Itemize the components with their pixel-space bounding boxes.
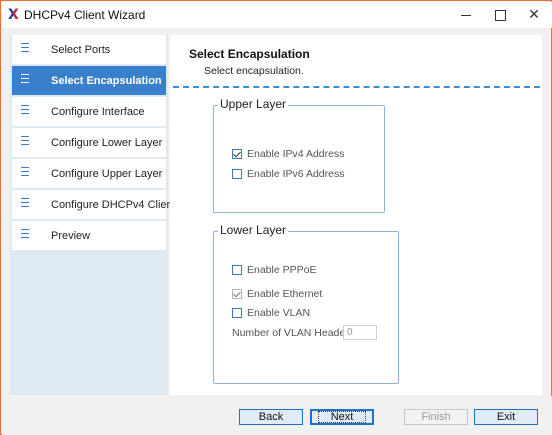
menu-icon	[21, 198, 29, 210]
wizard-footer: Back Next Finish Exit	[2, 396, 552, 435]
back-button[interactable]: Back	[239, 409, 303, 425]
close-button[interactable]: ✕	[517, 2, 551, 28]
minimize-icon	[461, 15, 471, 16]
menu-icon	[21, 105, 29, 117]
finish-button: Finish	[404, 409, 468, 425]
sidebar-item-select-encapsulation[interactable]: Select Encapsulation	[12, 66, 166, 96]
next-button[interactable]: Next	[310, 409, 374, 425]
checkbox-label: Enable Ethernet	[247, 288, 323, 300]
sidebar-item-select-ports[interactable]: Select Ports	[12, 35, 166, 65]
maximize-button[interactable]	[483, 2, 517, 28]
sidebar-item-configure-dhcpv4-client[interactable]: Configure DHCPv4 Client	[12, 190, 176, 220]
menu-icon	[21, 74, 29, 86]
wizard-window: XX DHCPv4 Client Wizard ✕ Select Ports S…	[0, 0, 552, 435]
sidebar-item-configure-interface[interactable]: Configure Interface	[12, 97, 166, 127]
checkbox-box[interactable]	[232, 265, 242, 275]
checkbox-label: Enable VLAN	[247, 307, 311, 319]
menu-icon	[21, 43, 29, 55]
sidebar-item-configure-upper-layer[interactable]: Configure Upper Layer	[12, 159, 166, 189]
checkbox-box	[232, 289, 242, 299]
main-content: Select Encapsulation Select encapsulatio…	[170, 35, 542, 395]
checkbox-label: Enable IPv6 Address	[247, 168, 345, 180]
checkbox-box[interactable]	[232, 308, 242, 318]
close-icon: ✕	[528, 7, 540, 23]
upper-layer-label: Upper Layer	[218, 97, 289, 111]
checkbox-label: Enable PPPoE	[247, 264, 317, 276]
maximize-icon	[494, 10, 506, 21]
lower-layer-group: Lower Layer Enable PPPoE Enable Ethernet…	[213, 223, 399, 384]
header-divider	[173, 86, 540, 88]
minimize-button[interactable]	[449, 2, 483, 28]
sidebar-item-label: Configure Upper Layer	[51, 168, 163, 180]
checkbox-label: Enable IPv4 Address	[247, 148, 345, 160]
sidebar-item-configure-lower-layer[interactable]: Configure Lower Layer	[12, 128, 166, 158]
vlan-headers-label: Number of VLAN Headers	[232, 327, 354, 339]
checkbox-box[interactable]	[232, 149, 242, 159]
page-subtitle: Select encapsulation.	[204, 65, 304, 77]
sidebar-item-label: Preview	[51, 230, 91, 242]
title-bar[interactable]: XX DHCPv4 Client Wizard ✕	[2, 2, 552, 28]
menu-icon	[21, 136, 29, 148]
menu-icon	[21, 167, 29, 179]
checkbox-box[interactable]	[232, 169, 242, 179]
sidebar-item-label: Configure DHCPv4 Client	[51, 199, 176, 211]
sidebar-item-label: Select Encapsulation	[51, 75, 162, 87]
wizard-steps-sidebar: Select Ports Select Encapsulation Config…	[10, 35, 176, 395]
exit-button[interactable]: Exit	[474, 409, 538, 425]
lower-layer-label: Lower Layer	[218, 223, 289, 237]
menu-icon	[21, 229, 29, 241]
vlan-headers-input: 0	[343, 325, 377, 340]
sidebar-item-label: Select Ports	[51, 44, 111, 56]
app-logo-icon: XX	[8, 7, 19, 23]
sidebar-item-label: Configure Interface	[51, 106, 145, 118]
page-title: Select Encapsulation	[189, 47, 310, 61]
window-title: DHCPv4 Client Wizard	[24, 8, 146, 22]
upper-layer-group: Upper Layer Enable IPv4 Address Enable I…	[213, 97, 385, 213]
next-button-label: Next	[317, 411, 367, 423]
sidebar-item-label: Configure Lower Layer	[51, 137, 163, 149]
sidebar-item-preview[interactable]: Preview	[12, 221, 166, 251]
